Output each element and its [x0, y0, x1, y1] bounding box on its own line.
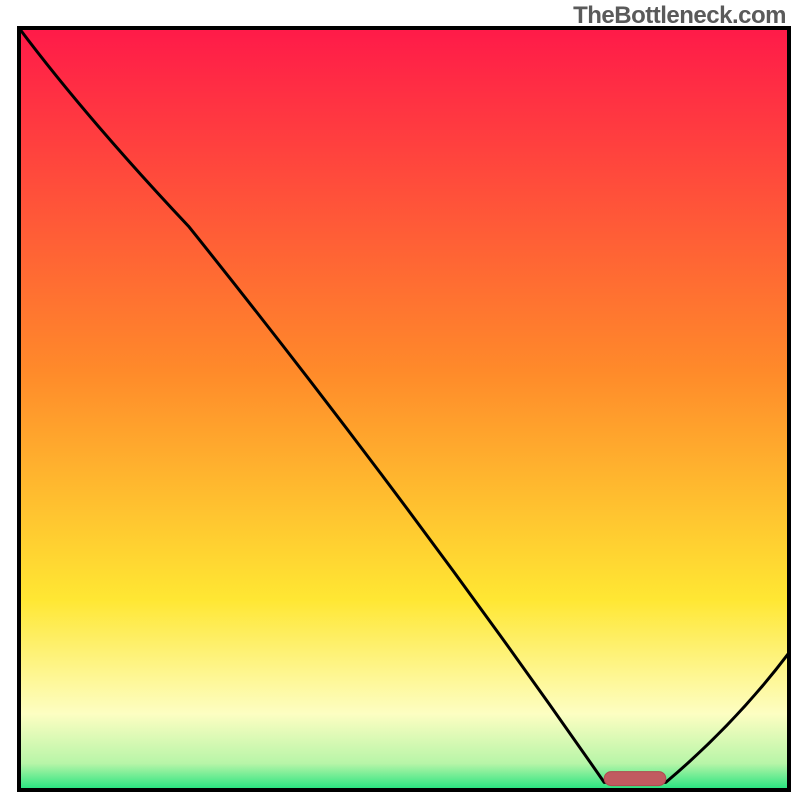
optimal-marker	[604, 772, 666, 786]
chart-svg	[0, 0, 800, 800]
watermark-text: TheBottleneck.com	[573, 2, 786, 30]
plot-background	[19, 28, 789, 790]
chart-viewport: TheBottleneck.com	[0, 0, 800, 800]
